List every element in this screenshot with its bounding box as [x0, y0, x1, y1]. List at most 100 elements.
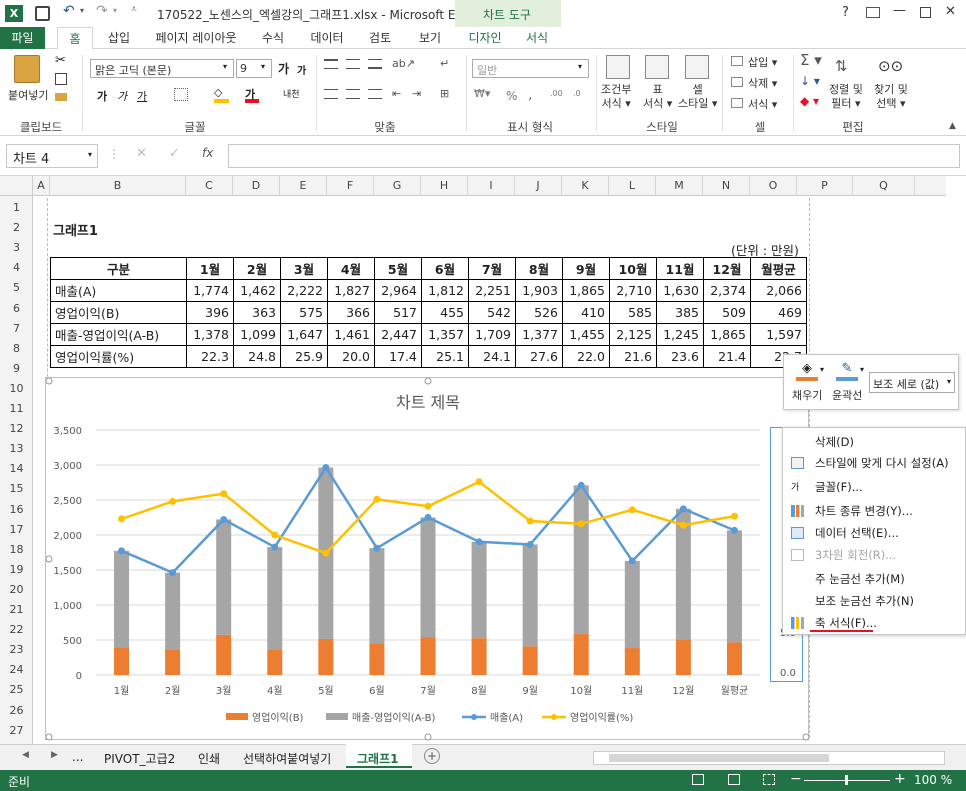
table-header-cell[interactable]: 10월 — [609, 257, 657, 280]
value-cell[interactable]: 21.6 — [609, 345, 657, 368]
sort-filter-button[interactable]: 정렬 및 필터 ▾ — [829, 83, 863, 111]
row-header[interactable]: 6 — [0, 302, 33, 315]
tab-formulas[interactable]: 수식 — [254, 27, 292, 49]
table-header-cell[interactable]: 12월 — [703, 257, 751, 280]
column-header-I[interactable]: I — [468, 176, 515, 196]
context-menu-item[interactable]: 삭제(D) — [783, 431, 966, 453]
row-header[interactable]: 18 — [0, 543, 33, 556]
table-header-cell[interactable]: 8월 — [515, 257, 563, 280]
row-header[interactable]: 9 — [0, 362, 33, 375]
delete-cells-button[interactable]: 삭제 ▾ — [748, 75, 777, 91]
number-format-dropdown-icon[interactable]: ▾ — [578, 62, 582, 71]
value-cell[interactable]: 1,647 — [280, 323, 328, 346]
tab-review[interactable]: 검토 — [361, 27, 399, 49]
zoom-slider-thumb[interactable] — [845, 775, 848, 785]
value-cell[interactable]: 2,710 — [609, 279, 657, 302]
row-header[interactable]: 2 — [0, 221, 33, 234]
column-header-Q[interactable]: Q — [853, 176, 915, 196]
decrease-decimal-icon[interactable]: .0 — [573, 89, 581, 98]
insert-cells-icon[interactable] — [731, 56, 743, 66]
value-cell[interactable]: 385 — [656, 301, 704, 324]
column-header-A[interactable]: A — [33, 176, 50, 196]
table-header-cell[interactable]: 구분 — [50, 257, 187, 280]
column-header-J[interactable]: J — [515, 176, 562, 196]
row-header[interactable]: 10 — [0, 382, 33, 395]
table-header-cell[interactable]: 6월 — [421, 257, 469, 280]
page-layout-view-icon[interactable] — [728, 774, 740, 785]
align-bottom-icon[interactable] — [368, 59, 382, 69]
sort-filter-icon[interactable]: ⇅ — [835, 57, 848, 75]
horizontal-scrollbar[interactable] — [593, 751, 945, 765]
table-format-button[interactable]: 표 서식 ▾ — [643, 83, 672, 111]
font-color-icon[interactable]: 가 — [245, 86, 259, 103]
underline-icon[interactable]: 가 — [137, 88, 147, 104]
help-button[interactable]: ? — [842, 5, 849, 20]
chart-element-dropdown-icon[interactable]: ▾ — [947, 377, 951, 386]
save-icon[interactable] — [35, 6, 50, 21]
value-cell[interactable]: 517 — [374, 301, 422, 324]
row-header[interactable]: 25 — [0, 683, 33, 696]
scroll-tabs-left-icon[interactable]: ◀ — [22, 750, 29, 760]
value-cell[interactable]: 1,377 — [515, 323, 563, 346]
font-size-dropdown-icon[interactable]: ▾ — [261, 62, 265, 71]
row-header[interactable]: 21 — [0, 603, 33, 616]
row-label-cell[interactable]: 매출(A) — [50, 279, 187, 302]
row-header[interactable]: 23 — [0, 643, 33, 656]
table-header-cell[interactable]: 5월 — [374, 257, 422, 280]
value-cell[interactable]: 22.3 — [186, 345, 234, 368]
value-cell[interactable]: 2,374 — [703, 279, 751, 302]
column-header-D[interactable]: D — [233, 176, 280, 196]
value-cell[interactable]: 509 — [703, 301, 751, 324]
currency-icon[interactable]: ₩▾ — [474, 87, 490, 100]
scroll-tabs-right-icon[interactable]: ▶ — [51, 750, 58, 760]
redo-icon[interactable]: ↷ — [96, 3, 108, 19]
tab-file[interactable]: 파일 — [0, 27, 45, 49]
context-menu-item[interactable]: 글꼴(F)... 가 — [783, 476, 966, 498]
outline-button[interactable]: 윤곽선 — [832, 387, 862, 403]
format-cells-icon[interactable] — [731, 98, 743, 108]
name-box-dropdown-icon[interactable]: ▾ — [88, 150, 92, 159]
value-cell[interactable]: 1,597 — [750, 323, 807, 346]
clear-icon[interactable]: ◆ ▾ — [800, 94, 819, 108]
sheet-tab-more[interactable]: ... — [72, 750, 83, 764]
tab-format[interactable]: 서식 — [518, 27, 556, 49]
table-header-cell[interactable]: 1월 — [186, 257, 234, 280]
context-menu-item[interactable]: 데이터 선택(E)... — [783, 522, 966, 544]
value-cell[interactable]: 1,812 — [421, 279, 469, 302]
delete-cells-icon[interactable] — [731, 77, 743, 87]
value-cell[interactable]: 1,461 — [327, 323, 375, 346]
minimize-button[interactable]: — — [893, 3, 906, 18]
value-cell[interactable]: 363 — [233, 301, 281, 324]
value-cell[interactable]: 17.4 — [374, 345, 422, 368]
copy-icon[interactable] — [55, 73, 67, 85]
context-menu-item[interactable]: 보조 눈금선 추가(N) — [783, 590, 966, 612]
value-cell[interactable]: 1,099 — [233, 323, 281, 346]
ribbon-display-icon[interactable] — [866, 7, 880, 18]
row-header[interactable]: 5 — [0, 281, 33, 294]
column-header-F[interactable]: F — [327, 176, 374, 196]
table-header-cell[interactable]: 4월 — [327, 257, 375, 280]
value-cell[interactable]: 1,245 — [656, 323, 704, 346]
table-header-cell[interactable]: 11월 — [656, 257, 704, 280]
value-cell[interactable]: 469 — [750, 301, 807, 324]
value-cell[interactable]: 27.6 — [515, 345, 563, 368]
cancel-icon[interactable]: ✕ — [136, 146, 147, 161]
format-cells-button[interactable]: 서식 ▾ — [748, 96, 777, 112]
value-cell[interactable]: 1,827 — [327, 279, 375, 302]
fill-icon[interactable]: ↓ ▾ — [800, 74, 820, 88]
value-cell[interactable]: 410 — [562, 301, 610, 324]
find-select-icon[interactable]: ⊙⊙ — [878, 57, 903, 75]
row-header[interactable]: 4 — [0, 261, 33, 274]
select-all-corner[interactable] — [0, 176, 33, 196]
value-cell[interactable]: 2,447 — [374, 323, 422, 346]
row-header[interactable]: 16 — [0, 503, 33, 516]
row-header[interactable]: 14 — [0, 462, 33, 475]
table-header-cell[interactable]: 월평균 — [750, 257, 807, 280]
tab-insert[interactable]: 삽입 — [100, 27, 138, 49]
align-center-icon[interactable] — [346, 89, 360, 99]
value-cell[interactable]: 2,222 — [280, 279, 328, 302]
redo-dropdown-icon[interactable]: ▾ — [113, 6, 117, 15]
page-break-view-icon[interactable] — [763, 774, 775, 785]
insert-function-icon[interactable]: fx — [202, 146, 213, 160]
formula-input[interactable] — [228, 144, 960, 168]
